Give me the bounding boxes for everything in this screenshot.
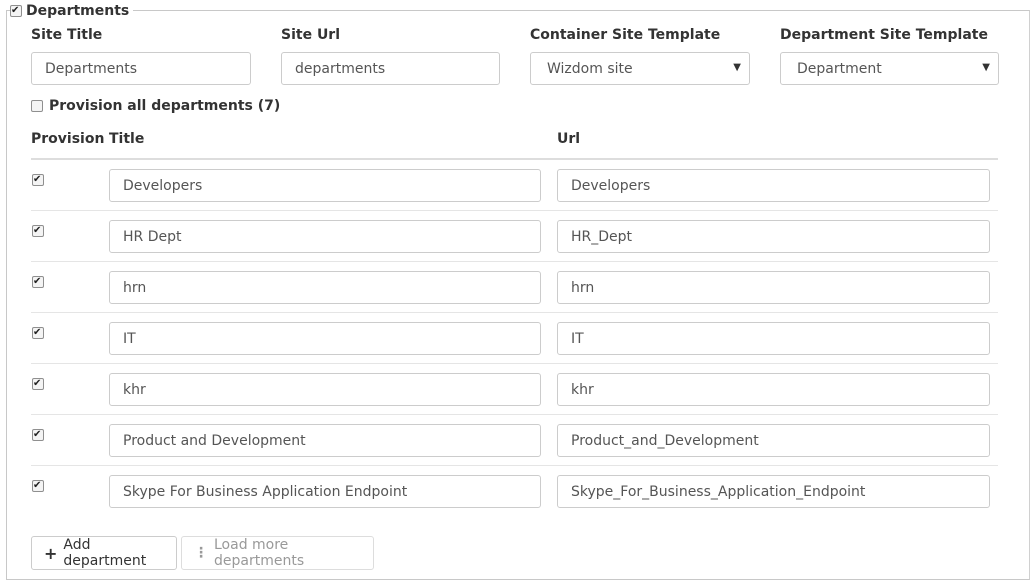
row-url-value: Developers <box>571 177 651 194</box>
row-title-input[interactable]: hrn <box>109 271 541 304</box>
add-department-label: Add department <box>63 537 147 569</box>
row-title-input[interactable]: Product and Development <box>109 424 541 457</box>
row-title-input[interactable]: HR Dept <box>109 220 541 253</box>
site-title-value: Departments <box>45 60 138 77</box>
row-url-input[interactable]: khr <box>557 373 990 406</box>
row-url-input[interactable]: HR_Dept <box>557 220 990 253</box>
row-url-value: Skype_For_Business_Application_Endpoint <box>571 483 866 500</box>
column-header-title: Title <box>109 131 145 147</box>
container-template-label: Container Site Template <box>530 27 721 43</box>
table-row: IT IT <box>31 313 998 364</box>
row-title-input[interactable]: IT <box>109 322 541 355</box>
row-url-value: hrn <box>571 279 595 296</box>
load-more-departments-button[interactable]: ⋮ Load more departments <box>181 536 374 570</box>
row-url-input[interactable]: Product_and_Development <box>557 424 990 457</box>
departments-legend: Departments <box>10 2 134 20</box>
row-url-value: HR_Dept <box>571 228 633 245</box>
row-provision-checkbox[interactable] <box>32 172 44 187</box>
table-row: HR Dept HR_Dept <box>31 211 998 262</box>
row-title-value: IT <box>123 330 136 347</box>
vertical-dots-icon: ⋮ <box>194 545 208 561</box>
row-url-input[interactable]: Developers <box>557 169 990 202</box>
row-title-value: Product and Development <box>123 432 306 449</box>
row-provision-checkbox[interactable] <box>32 223 44 238</box>
add-department-button[interactable]: + Add department <box>31 536 177 570</box>
site-title-label: Site Title <box>31 27 103 43</box>
row-provision-checkbox[interactable] <box>32 376 44 391</box>
caret-down-icon: ▼ <box>982 62 990 73</box>
site-url-value: departments <box>295 60 386 77</box>
table-row: hrn hrn <box>31 262 998 313</box>
site-url-label: Site Url <box>281 27 341 43</box>
plus-icon: + <box>44 543 58 563</box>
load-more-departments-label: Load more departments <box>214 537 305 569</box>
departments-checkbox[interactable] <box>10 3 22 18</box>
department-template-select[interactable]: Department ▼ <box>780 52 999 85</box>
container-template-value: Wizdom site <box>547 60 633 77</box>
column-header-provision: Provision <box>31 131 105 147</box>
row-url-value: khr <box>571 381 594 398</box>
site-url-input[interactable]: departments <box>281 52 500 85</box>
row-title-value: khr <box>123 381 146 398</box>
row-provision-checkbox[interactable] <box>32 427 44 442</box>
row-title-input[interactable]: khr <box>109 373 541 406</box>
row-url-value: IT <box>571 330 584 347</box>
table-row: Skype For Business Application Endpoint … <box>31 466 998 517</box>
row-url-input[interactable]: hrn <box>557 271 990 304</box>
row-url-input[interactable]: IT <box>557 322 990 355</box>
row-title-input[interactable]: Developers <box>109 169 541 202</box>
department-template-label: Department Site Template <box>780 27 988 43</box>
row-provision-checkbox[interactable] <box>32 274 44 289</box>
provision-all-row: Provision all departments (7) <box>31 98 280 114</box>
container-template-select[interactable]: Wizdom site ▼ <box>530 52 750 85</box>
column-header-url: Url <box>557 131 581 147</box>
department-template-value: Department <box>797 60 882 77</box>
row-url-value: Product_and_Development <box>571 432 759 449</box>
row-title-value: Skype For Business Application Endpoint <box>123 483 408 500</box>
row-url-input[interactable]: Skype_For_Business_Application_Endpoint <box>557 475 990 508</box>
row-title-value: Developers <box>123 177 203 194</box>
table-row: khr khr <box>31 364 998 415</box>
row-provision-checkbox[interactable] <box>32 325 44 340</box>
row-title-value: hrn <box>123 279 147 296</box>
site-title-input[interactable]: Departments <box>31 52 251 85</box>
provision-all-label: Provision all departments (7) <box>49 98 281 114</box>
provision-all-checkbox[interactable] <box>31 100 43 112</box>
table-row: Developers Developers <box>31 160 998 211</box>
caret-down-icon: ▼ <box>733 62 741 73</box>
row-provision-checkbox[interactable] <box>32 478 44 493</box>
departments-legend-label: Departments <box>26 3 130 19</box>
table-row: Product and Development Product_and_Deve… <box>31 415 998 466</box>
row-title-value: HR Dept <box>123 228 182 245</box>
row-title-input[interactable]: Skype For Business Application Endpoint <box>109 475 541 508</box>
